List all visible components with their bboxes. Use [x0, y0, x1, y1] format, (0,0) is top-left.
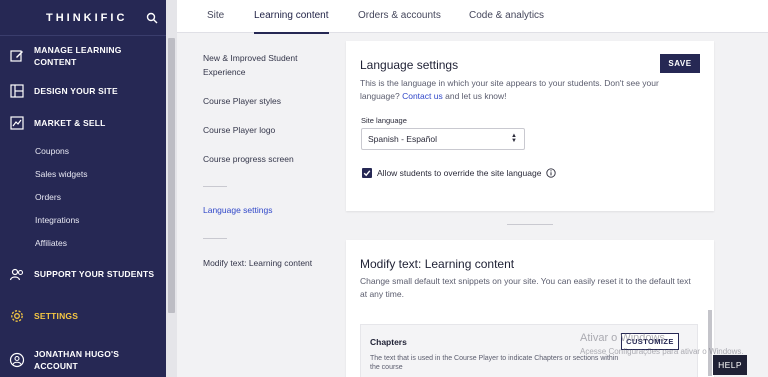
nav-sub-coupons[interactable]: Coupons — [0, 139, 166, 162]
check-icon — [363, 170, 371, 177]
nav-label: SETTINGS — [34, 311, 79, 321]
nav-account[interactable]: JONATHAN HUGO'S ACCOUNT — [0, 348, 142, 372]
card-scrollbar[interactable] — [708, 310, 712, 376]
settings-tabs: Site Learning content Orders & accounts … — [177, 0, 768, 34]
subnav-course-player-logo[interactable]: Course Player logo — [203, 123, 328, 137]
gear-icon — [8, 307, 26, 325]
tab-learning-content[interactable]: Learning content — [254, 0, 329, 34]
checkbox-label[interactable]: Allow students to override the site lang… — [377, 168, 541, 178]
language-settings-card: Language settings SAVE This is the langu… — [346, 41, 714, 211]
save-button[interactable]: SAVE — [660, 54, 700, 73]
chart-icon — [8, 114, 26, 132]
select-arrows-icon: ▲ ▼ — [511, 133, 517, 144]
chapters-title: Chapters — [370, 337, 407, 347]
site-language-label: Site language — [361, 116, 407, 125]
search-icon[interactable] — [146, 12, 158, 24]
nav-sub-orders[interactable]: Orders — [0, 185, 166, 208]
nav-sub-sales-widgets[interactable]: Sales widgets — [0, 162, 166, 185]
nav-manage-learning-content[interactable]: MANAGE LEARNING CONTENT — [0, 44, 142, 68]
account-icon — [8, 351, 26, 369]
card-description: Change small default text snippets on yo… — [360, 276, 691, 299]
nav-label: MARKET & SELL — [34, 118, 106, 128]
nav-support-your-students[interactable]: SUPPORT YOUR STUDENTS — [0, 265, 162, 283]
subnav-course-progress-screen[interactable]: Course progress screen — [203, 152, 328, 166]
help-button[interactable]: HELP — [713, 355, 747, 375]
layout-icon — [8, 82, 26, 100]
sidebar: THINKIFIC MANAGE LEARNING CONTENT DESIGN… — [0, 0, 166, 377]
modify-text-card: Modify text: Learning content Change sma… — [346, 240, 714, 377]
desc-text-end: and let us know! — [445, 91, 507, 101]
subnav-student-experience[interactable]: New & Improved Student Experience — [203, 51, 328, 79]
override-language-row: Allow students to override the site lang… — [362, 168, 557, 178]
card-description: This is the language in which your site … — [360, 77, 690, 103]
nav-sub-integrations[interactable]: Integrations — [0, 208, 166, 231]
brand-bar: THINKIFIC — [0, 0, 166, 36]
nav-label: JONATHAN HUGO'S ACCOUNT — [34, 349, 120, 371]
windows-watermark-title: Ativar o Windows — [580, 332, 665, 344]
card-title: Modify text: Learning content — [360, 257, 515, 271]
subnav-divider — [203, 186, 227, 187]
tab-orders-accounts[interactable]: Orders & accounts — [358, 0, 441, 33]
info-icon[interactable] — [546, 168, 557, 178]
nav-market-sell[interactable]: MARKET & SELL — [0, 114, 114, 132]
nav-design-your-site[interactable]: DESIGN YOUR SITE — [0, 82, 126, 100]
nav-sub-affiliates[interactable]: Affiliates — [0, 231, 166, 254]
card-title: Language settings — [360, 58, 459, 72]
brand-logo[interactable]: THINKIFIC — [46, 12, 127, 24]
tab-code-analytics[interactable]: Code & analytics — [469, 0, 544, 33]
contact-us-link[interactable]: Contact us — [402, 91, 443, 101]
nav-label: SUPPORT YOUR STUDENTS — [34, 269, 155, 279]
users-icon — [8, 265, 26, 283]
subnav-language-settings[interactable]: Language settings — [203, 203, 328, 217]
select-value: Spanish - Español — [368, 134, 437, 144]
tab-site[interactable]: Site — [207, 0, 224, 33]
subnav-course-player-styles[interactable]: Course Player styles — [203, 94, 328, 108]
nav-label: DESIGN YOUR SITE — [34, 86, 118, 96]
nav-settings[interactable]: SETTINGS — [0, 307, 86, 325]
sidebar-scroll-thumb[interactable] — [168, 38, 175, 313]
edit-icon — [8, 47, 26, 65]
nav-label: MANAGE LEARNING CONTENT — [34, 45, 122, 67]
subnav-modify-text[interactable]: Modify text: Learning content — [203, 256, 328, 270]
override-language-checkbox[interactable] — [362, 168, 372, 178]
chapters-description: The text that is used in the Course Play… — [370, 355, 619, 371]
site-language-select[interactable]: Spanish - Español ▲ ▼ — [361, 128, 525, 150]
subnav-divider — [203, 238, 227, 239]
section-divider — [507, 224, 553, 225]
